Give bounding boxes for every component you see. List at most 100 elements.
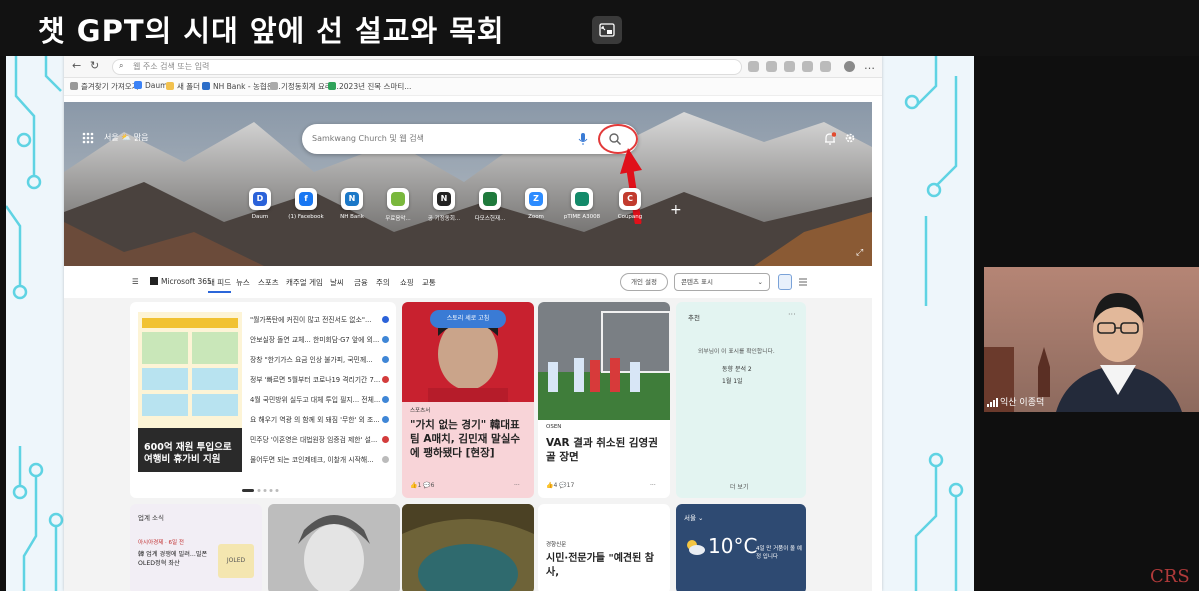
source-icon bbox=[382, 316, 389, 323]
quicklink-daum[interactable]: D Daum bbox=[240, 188, 280, 220]
tab-sports[interactable]: 스포츠 bbox=[258, 277, 279, 288]
story-pill[interactable]: 스토리 세로 고침 bbox=[430, 310, 506, 328]
widget-title: 추천 bbox=[688, 314, 700, 322]
tab-transport[interactable]: 교통 bbox=[422, 277, 436, 288]
bookmark-item[interactable]: 즐겨찾기 가져오기 bbox=[70, 81, 139, 92]
video-frame: 챗 GPT의 시대 앞에 선 설교와 목회 ← ↻ ⌕ 웹 주소 검색 또는 입… bbox=[0, 0, 1199, 591]
list-item[interactable]: 요 해우기 역광 의 함께 외 돼짐 '무한' 외 조... bbox=[250, 414, 380, 424]
list-item[interactable]: 안보실장 돌연 교체... 한미회담·G7 앞에 외... bbox=[250, 334, 380, 344]
tab-finance[interactable]: 금융 bbox=[354, 277, 368, 288]
source-icon bbox=[382, 356, 389, 363]
more-options-icon[interactable]: ··· bbox=[788, 310, 796, 319]
tab-travel[interactable]: 주의 bbox=[376, 277, 390, 288]
more-options-icon[interactable]: ··· bbox=[514, 482, 520, 489]
bookmark-item[interactable]: 2023년 진목 스마티... bbox=[328, 81, 411, 92]
apps-grid-icon[interactable] bbox=[82, 132, 94, 144]
tab-news[interactable]: 뉴스 bbox=[236, 277, 250, 288]
weather-location[interactable]: 서울 ⌄ bbox=[684, 512, 703, 522]
menu-icon[interactable]: ☰ bbox=[132, 277, 139, 286]
list-item[interactable]: 정부 '빠르면 5월부터 코로나19 격리기간 7... bbox=[250, 374, 380, 384]
grid-view-button[interactable] bbox=[778, 274, 792, 290]
back-icon[interactable]: ← bbox=[72, 59, 81, 72]
notification-bell-icon[interactable] bbox=[824, 132, 836, 146]
feed-navigation: ☰ Microsoft 365 내 피드 뉴스 스포츠 캐주얼 게임 날씨 금융… bbox=[64, 266, 872, 298]
gear-icon[interactable] bbox=[844, 132, 856, 144]
quicklink-item[interactable]: N공 기정동회... bbox=[424, 188, 464, 222]
quicklink-item[interactable]: 무료음악... bbox=[378, 188, 418, 222]
quicklink-nh-bank[interactable]: N NH Bank bbox=[332, 188, 372, 220]
quicklink-coupang[interactable]: C Coupang bbox=[610, 188, 650, 220]
widget-footer[interactable]: 더 보기 bbox=[730, 482, 748, 491]
photo-card[interactable] bbox=[268, 504, 400, 591]
recommend-widget[interactable]: 추천 ··· 외부님이 이 표시를 확인합니다. 동향 분석 2 1월 1일 더… bbox=[676, 302, 806, 498]
tab-microsoft-365[interactable]: Microsoft 365 bbox=[150, 277, 212, 286]
news-source: 경향신문 bbox=[546, 542, 567, 548]
bookmark-item[interactable]: NH Bank - 농협은... bbox=[202, 81, 281, 92]
browser-window: ← ↻ ⌕ 웹 주소 검색 또는 입력 … 즐겨찾기 가져오기 Daum 새 폴… bbox=[64, 56, 882, 591]
address-search-icon: ⌕ bbox=[119, 61, 124, 70]
list-view-icon[interactable] bbox=[796, 274, 810, 290]
more-options-icon[interactable]: ··· bbox=[650, 482, 656, 489]
list-item[interactable]: 장창 "한기가스 요금 인상 불가피, 국민께... bbox=[250, 354, 380, 364]
circuit-decoration-right bbox=[904, 56, 964, 591]
bookmark-item[interactable]: 새 폴더 bbox=[166, 81, 200, 92]
reaction-counts[interactable]: 👍1 💬6 bbox=[410, 482, 434, 489]
cave-photo bbox=[402, 504, 534, 591]
tab-weather[interactable]: 날씨 bbox=[330, 277, 344, 288]
quicklink-zoom[interactable]: Z Zoom bbox=[516, 188, 556, 220]
news-list-headline: 600억 재원 투입으로 여행비 휴가비 지원 bbox=[144, 442, 232, 465]
news-list-card[interactable]: 600억 재원 투입으로 여행비 휴가비 지원 "월가폭탄에 커진이 많고 전진… bbox=[130, 302, 396, 498]
weather-temperature: 10°C bbox=[708, 534, 758, 558]
industry-news-card[interactable]: 업계 소식 아시아경제 · 6일 전 韓 업계 경쟁에 밀려...밀폰 OLED… bbox=[130, 504, 262, 591]
expand-icon[interactable]: ⤢ bbox=[856, 248, 863, 258]
weather-widget[interactable]: 서울 ⌄ 10°C 4일 만 거품이 올 예정 입니다 bbox=[676, 504, 806, 591]
tab-casual-games[interactable]: 캐주얼 게임 bbox=[286, 277, 323, 288]
quicklink-item[interactable]: pTIME A3008 bbox=[562, 188, 602, 220]
title-bar: 챗 GPT의 시대 앞에 선 설교와 목회 bbox=[0, 0, 1199, 56]
picture-in-picture-button[interactable] bbox=[592, 16, 622, 44]
extension-icon[interactable] bbox=[820, 61, 831, 72]
web-search-box[interactable]: Samkwang Church 및 웹 검색 bbox=[302, 124, 638, 154]
news-source: 스포츠서 bbox=[410, 408, 431, 414]
list-item[interactable]: 물어두면 되는 코인제테크, 이찰개 시작해... bbox=[250, 454, 380, 464]
refresh-icon[interactable]: ↻ bbox=[90, 59, 99, 72]
webcam-feed: 익산 이종덕 bbox=[984, 267, 1199, 412]
news-headline: 시민·전문가들 "예견된 참사, bbox=[546, 553, 654, 578]
personalize-button[interactable]: 개인 설정 bbox=[620, 273, 668, 291]
search-placeholder: Samkwang Church 및 웹 검색 bbox=[312, 134, 424, 143]
quicklink-facebook[interactable]: f (1) Facebook bbox=[286, 188, 326, 220]
favorites-icon[interactable] bbox=[784, 61, 795, 72]
list-item[interactable]: "월가폭탄에 커진이 많고 전진서도 없소"... bbox=[250, 314, 380, 324]
list-item[interactable]: 4월 국민방위 실두고 대체 투입 필지... 전체... bbox=[250, 394, 380, 404]
broadcaster-watermark: CRS bbox=[1150, 566, 1190, 587]
microphone-icon[interactable] bbox=[578, 132, 588, 146]
news-card[interactable]: 스토리 세로 고침 스포츠서 "가치 없는 경기" 韓대표팀 A매치, 김민재 … bbox=[402, 302, 534, 498]
tab-shopping[interactable]: 쇼핑 bbox=[400, 277, 414, 288]
quicklink-item[interactable]: 다모스헌재... bbox=[470, 188, 510, 222]
bookmark-item[interactable]: Daum bbox=[134, 81, 167, 90]
extension-icon[interactable] bbox=[766, 61, 777, 72]
address-bar[interactable]: ⌕ 웹 주소 검색 또는 입력 bbox=[112, 59, 742, 75]
more-menu-icon[interactable]: … bbox=[864, 59, 875, 72]
content-visibility-select[interactable]: 콘텐츠 표시 ⌄ bbox=[674, 273, 770, 291]
profile-avatar[interactable] bbox=[844, 61, 855, 72]
bookmarks-bar: 즐겨찾기 가져오기 Daum 새 폴더 NH Bank - 농협은... 기정동… bbox=[64, 78, 882, 96]
news-card[interactable]: 경향신문 시민·전문가들 "예견된 참사, bbox=[538, 504, 670, 591]
weather-note: 4일 만 거품이 올 예정 입니다 bbox=[756, 546, 802, 560]
source-icon bbox=[382, 376, 389, 383]
reaction-counts[interactable]: 👍4 💬17 bbox=[546, 482, 574, 489]
list-item[interactable]: 민주당 '이혼영은 대법원장 임증검 제한' 설... bbox=[250, 434, 380, 444]
add-shortcut-button[interactable]: + bbox=[670, 202, 682, 218]
portrait-photo bbox=[268, 504, 400, 591]
tab-my-feed[interactable]: 내 피드 bbox=[208, 277, 232, 293]
news-card[interactable]: OSEN VAR 결과 취소된 김영권 골 장면 👍4 💬17 ··· bbox=[538, 302, 670, 498]
news-headline: "가치 없는 경기" 韓대표팀 A매치, 김민재 말실수에 팽하됐다 [현장] bbox=[410, 419, 521, 459]
speaker-video bbox=[984, 267, 1199, 412]
hero-weather[interactable]: 서울 ⛅ 맑음 bbox=[104, 132, 149, 143]
photo-card[interactable] bbox=[402, 504, 534, 591]
speaker-name: 익산 이종덕 bbox=[1000, 398, 1045, 408]
collections-icon[interactable] bbox=[802, 61, 813, 72]
address-placeholder: 웹 주소 검색 또는 입력 bbox=[133, 62, 210, 71]
extension-icon[interactable] bbox=[748, 61, 759, 72]
source-icon bbox=[382, 396, 389, 403]
